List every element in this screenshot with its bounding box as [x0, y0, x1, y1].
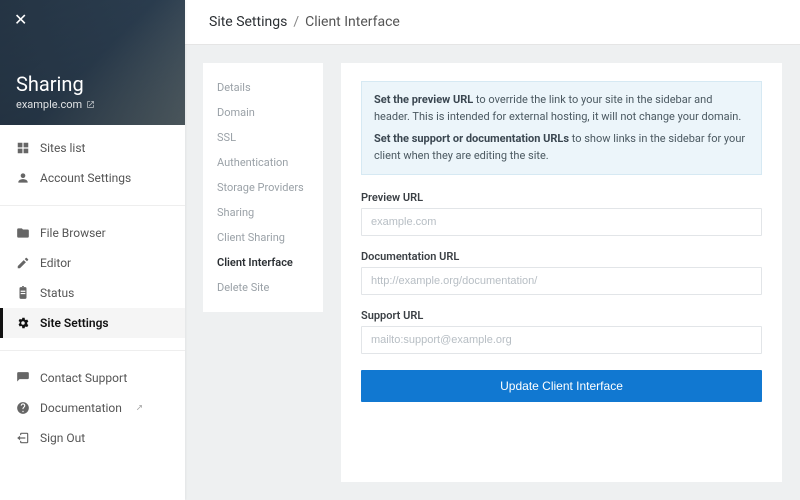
field-label: Documentation URL: [361, 250, 762, 263]
folder-icon: [16, 226, 30, 240]
field-support-url: Support URL: [361, 309, 762, 354]
sidebar-item-label: Sign Out: [40, 431, 85, 445]
main: Site Settings / Client Interface Details…: [185, 0, 800, 500]
info-notice: Set the preview URL to override the link…: [361, 81, 762, 175]
sidebar-item-site-settings[interactable]: Site Settings: [0, 308, 185, 338]
close-icon[interactable]: ✕: [14, 10, 27, 29]
clipboard-icon: [16, 286, 30, 300]
subnav-item-client-sharing[interactable]: Client Sharing: [203, 225, 323, 250]
field-label: Preview URL: [361, 191, 762, 204]
settings-panel: Set the preview URL to override the link…: [341, 63, 782, 482]
nav-group-site: File Browser Editor Status Site Settings: [0, 210, 185, 346]
account-icon: [16, 171, 30, 185]
notice-strong: Set the preview URL: [374, 93, 473, 106]
subnav-item-ssl[interactable]: SSL: [203, 125, 323, 150]
sidebar-item-status[interactable]: Status: [0, 278, 185, 308]
breadcrumb-current: Client Interface: [305, 14, 400, 30]
breadcrumb: Site Settings / Client Interface: [185, 0, 800, 45]
sidebar-item-file-browser[interactable]: File Browser: [0, 218, 185, 248]
sidebar-item-label: Site Settings: [40, 316, 109, 330]
sidebar-item-label: Documentation: [40, 401, 122, 415]
pencil-icon: [16, 256, 30, 270]
subnav-item-domain[interactable]: Domain: [203, 100, 323, 125]
nav-group-footer: Contact Support Documentation Sign Out: [0, 355, 185, 461]
site-title: Sharing: [16, 72, 169, 96]
nav-group-account: Sites list Account Settings: [0, 125, 185, 201]
preview-url-input[interactable]: [361, 208, 762, 236]
sidebar-item-label: Account Settings: [40, 171, 131, 185]
breadcrumb-sep: /: [293, 14, 299, 30]
breadcrumb-root[interactable]: Site Settings: [209, 14, 287, 30]
subnav-item-client-interface[interactable]: Client Interface: [203, 250, 323, 275]
site-url-text: example.com: [16, 98, 82, 111]
external-link-icon: [134, 404, 143, 413]
settings-subnav: DetailsDomainSSLAuthenticationStorage Pr…: [203, 63, 323, 312]
update-button[interactable]: Update Client Interface: [361, 370, 762, 402]
field-documentation-url: Documentation URL: [361, 250, 762, 295]
content: DetailsDomainSSLAuthenticationStorage Pr…: [185, 45, 800, 500]
site-url[interactable]: example.com: [16, 98, 169, 111]
sidebar-item-account-settings[interactable]: Account Settings: [0, 163, 185, 193]
documentation-url-input[interactable]: [361, 267, 762, 295]
sidebar-item-label: Contact Support: [40, 371, 127, 385]
sidebar-hero: ✕ Sharing example.com: [0, 0, 185, 125]
sidebar: ✕ Sharing example.com Sites list Account…: [0, 0, 185, 500]
sidebar-item-label: Status: [40, 286, 74, 300]
notice-strong: Set the support or documentation URLs: [374, 132, 569, 145]
grid-icon: [16, 141, 30, 155]
subnav-item-storage-providers[interactable]: Storage Providers: [203, 175, 323, 200]
subnav-item-details[interactable]: Details: [203, 75, 323, 100]
signout-icon: [16, 431, 30, 445]
subnav-item-authentication[interactable]: Authentication: [203, 150, 323, 175]
support-url-input[interactable]: [361, 326, 762, 354]
sidebar-item-sites-list[interactable]: Sites list: [0, 133, 185, 163]
sidebar-item-label: Sites list: [40, 141, 85, 155]
field-label: Support URL: [361, 309, 762, 322]
external-link-icon: [86, 100, 95, 109]
nav-separator: [0, 350, 185, 351]
sidebar-item-editor[interactable]: Editor: [0, 248, 185, 278]
sidebar-item-label: File Browser: [40, 226, 106, 240]
subnav-item-sharing[interactable]: Sharing: [203, 200, 323, 225]
chat-icon: [16, 371, 30, 385]
nav-separator: [0, 205, 185, 206]
sidebar-item-sign-out[interactable]: Sign Out: [0, 423, 185, 453]
gear-icon: [16, 316, 30, 330]
field-preview-url: Preview URL: [361, 191, 762, 236]
sidebar-item-documentation[interactable]: Documentation: [0, 393, 185, 423]
sidebar-item-label: Editor: [40, 256, 71, 270]
sidebar-item-contact-support[interactable]: Contact Support: [0, 363, 185, 393]
subnav-item-delete-site[interactable]: Delete Site: [203, 275, 323, 300]
help-icon: [16, 401, 30, 415]
